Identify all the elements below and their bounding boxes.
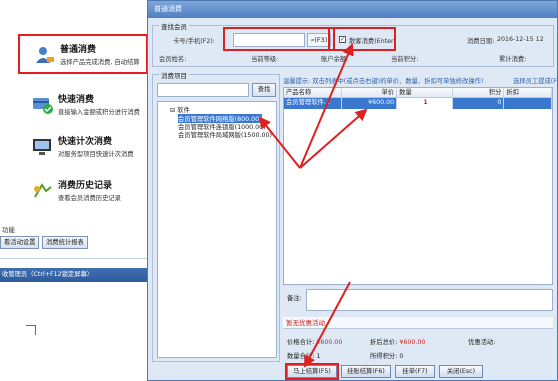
menu-item-history[interactable]: 消费历史记录 查看会员消费历史记录 [18, 172, 148, 212]
discount-total-value: ¥600.00 [399, 339, 426, 346]
hint-text: 温馨提示: 双击列表中(或点击右键)的单价、数量、折扣可单独修改操作! [283, 78, 484, 85]
function-label: 功能 [2, 226, 15, 234]
monitor-icon [33, 139, 51, 155]
order-grid: 产品名称 单价 数量 积分 折扣 会员管理软件... ¥600.00 1 0 [283, 87, 553, 285]
card-check-icon [33, 98, 53, 114]
menu-item-title: 快速计次消费 [58, 137, 113, 147]
menu-item-title: 消费历史记录 [58, 181, 113, 191]
normal-consume-dialog: 普通消费 查找会员 卡号/手机(F2): ⌕(F3) ✓ 散客消费(Enter)… [147, 0, 558, 381]
points-got-label: 所得积分: [370, 353, 398, 360]
menu-item-quick-consume[interactable]: 快速消费 直接输入金额或积分进行消费 [18, 86, 148, 126]
menu-item-count-consume[interactable]: 快速计次消费 对服务型项目快速计次消费 [18, 128, 148, 168]
col-header-qty[interactable]: 数量 [397, 88, 453, 97]
discount-total: 折后总价: ¥600.00 [370, 337, 425, 346]
dialog-title: 普通消费 [148, 1, 557, 18]
menu-item-title: 快速消费 [58, 95, 95, 105]
cell-discount[interactable] [504, 98, 552, 109]
divider [0, 258, 148, 259]
items-group-legend: 消费项目 [159, 70, 189, 80]
hang-order-button[interactable]: 挂单(F7) [395, 365, 435, 378]
item-search-input[interactable] [157, 83, 249, 97]
grid-header: 产品名称 单价 数量 积分 折扣 [284, 88, 552, 98]
promo-activity: 优惠活动: [468, 337, 495, 346]
tree-node[interactable]: 会员管理软件局域网版(1500.00) [178, 130, 272, 139]
product-tree: ⊟ 软件 会员管理软件网络版(800.00) 会员管理软件连锁版(1000.00… [157, 101, 277, 358]
consume-report-button[interactable]: 消费统计报表 [42, 236, 88, 249]
promo-banner: 暂无优惠活动 [283, 317, 553, 329]
consume-items-group: 消费项目 查找 ⊟ 软件 会员管理软件网络版(800.00) 会员管理软件连锁版… [152, 70, 280, 362]
activity-settings-button[interactable]: 看活动设置 [0, 236, 40, 249]
menu-item-title: 普通消费 [60, 45, 97, 55]
cell-price[interactable]: ¥600.00 [342, 98, 398, 109]
discount-total-label: 折后总价: [370, 339, 398, 346]
cell-qty[interactable]: 1 [397, 98, 453, 109]
qty-total-label: 数量合计: [287, 353, 315, 360]
date-label: 消费日期: [467, 38, 495, 45]
balance-label: 账户余额: [321, 56, 349, 63]
operator-status-bar: 收管理员（Ctrl+F12锁定屏幕） [0, 268, 152, 282]
menu-item-desc: 选择产品完成消费, 自动结算 [60, 59, 140, 66]
table-row[interactable]: 会员管理软件... ¥600.00 1 0 [284, 98, 552, 109]
staff-commission-link[interactable]: 选择员工提成(F9 [513, 76, 558, 85]
col-header-discount[interactable]: 折扣 [504, 88, 552, 97]
cell-name[interactable]: 会员管理软件... [284, 98, 342, 109]
price-total: 价格合计: ¥600.00 [287, 337, 342, 346]
remark-label: 备注: [287, 295, 302, 302]
history-icon [34, 183, 52, 198]
menu-item-desc: 对服务型项目快速计次消费 [58, 151, 134, 158]
item-search-button[interactable]: 查找 [252, 83, 276, 97]
member-name-label: 会员姓名: [159, 56, 187, 63]
level-label: 当前等级: [251, 56, 279, 63]
card-label: 卡号/手机(F2): [173, 38, 215, 45]
points-got: 所得积分: 0 [370, 351, 403, 360]
menu-item-desc: 直接输入金额或积分进行消费 [58, 109, 140, 116]
close-button[interactable]: 关闭(Esc) [439, 365, 483, 378]
remark-input[interactable] [306, 289, 553, 311]
date-value: 2016-12-15 12 [497, 36, 544, 43]
col-header-name[interactable]: 产品名称 [284, 88, 342, 97]
guest-checkbox-highlight [328, 27, 396, 51]
card-input-highlight [223, 27, 335, 51]
menu-item-desc: 查看会员消费历史记录 [58, 195, 121, 202]
price-total-label: 价格合计: [287, 339, 315, 346]
price-total-value: ¥600.00 [316, 339, 343, 346]
col-header-price[interactable]: 单价 [342, 88, 398, 97]
tree-root-label: 软件 [177, 107, 190, 114]
tree-root[interactable]: ⊟ 软件 [170, 105, 190, 114]
qty-total: 数量合计: 1 [287, 351, 320, 360]
points-label: 当前积分: [391, 56, 419, 63]
credit-checkout-button[interactable]: 挂账结算(F6) [341, 365, 391, 378]
total-consume-label: 累计消费: [499, 56, 527, 63]
menu-item-normal-consume[interactable]: 普通消费 选择产品完成消费, 自动结算 [18, 34, 148, 74]
background-app: 普通消费 选择产品完成消费, 自动结算 快速消费 直接输入金额或积分进行消费 快… [0, 0, 160, 381]
promo-activity-label: 优惠活动: [468, 339, 496, 346]
member-group-legend: 查找会员 [159, 21, 189, 31]
points-got-value: 0 [399, 353, 404, 360]
checkout-highlight [285, 363, 339, 380]
qty-total-value: 1 [316, 353, 321, 360]
user-cart-icon [36, 47, 54, 63]
col-header-points[interactable]: 积分 [453, 88, 505, 97]
cell-points[interactable]: 0 [453, 98, 505, 109]
corner-mark [26, 325, 36, 335]
